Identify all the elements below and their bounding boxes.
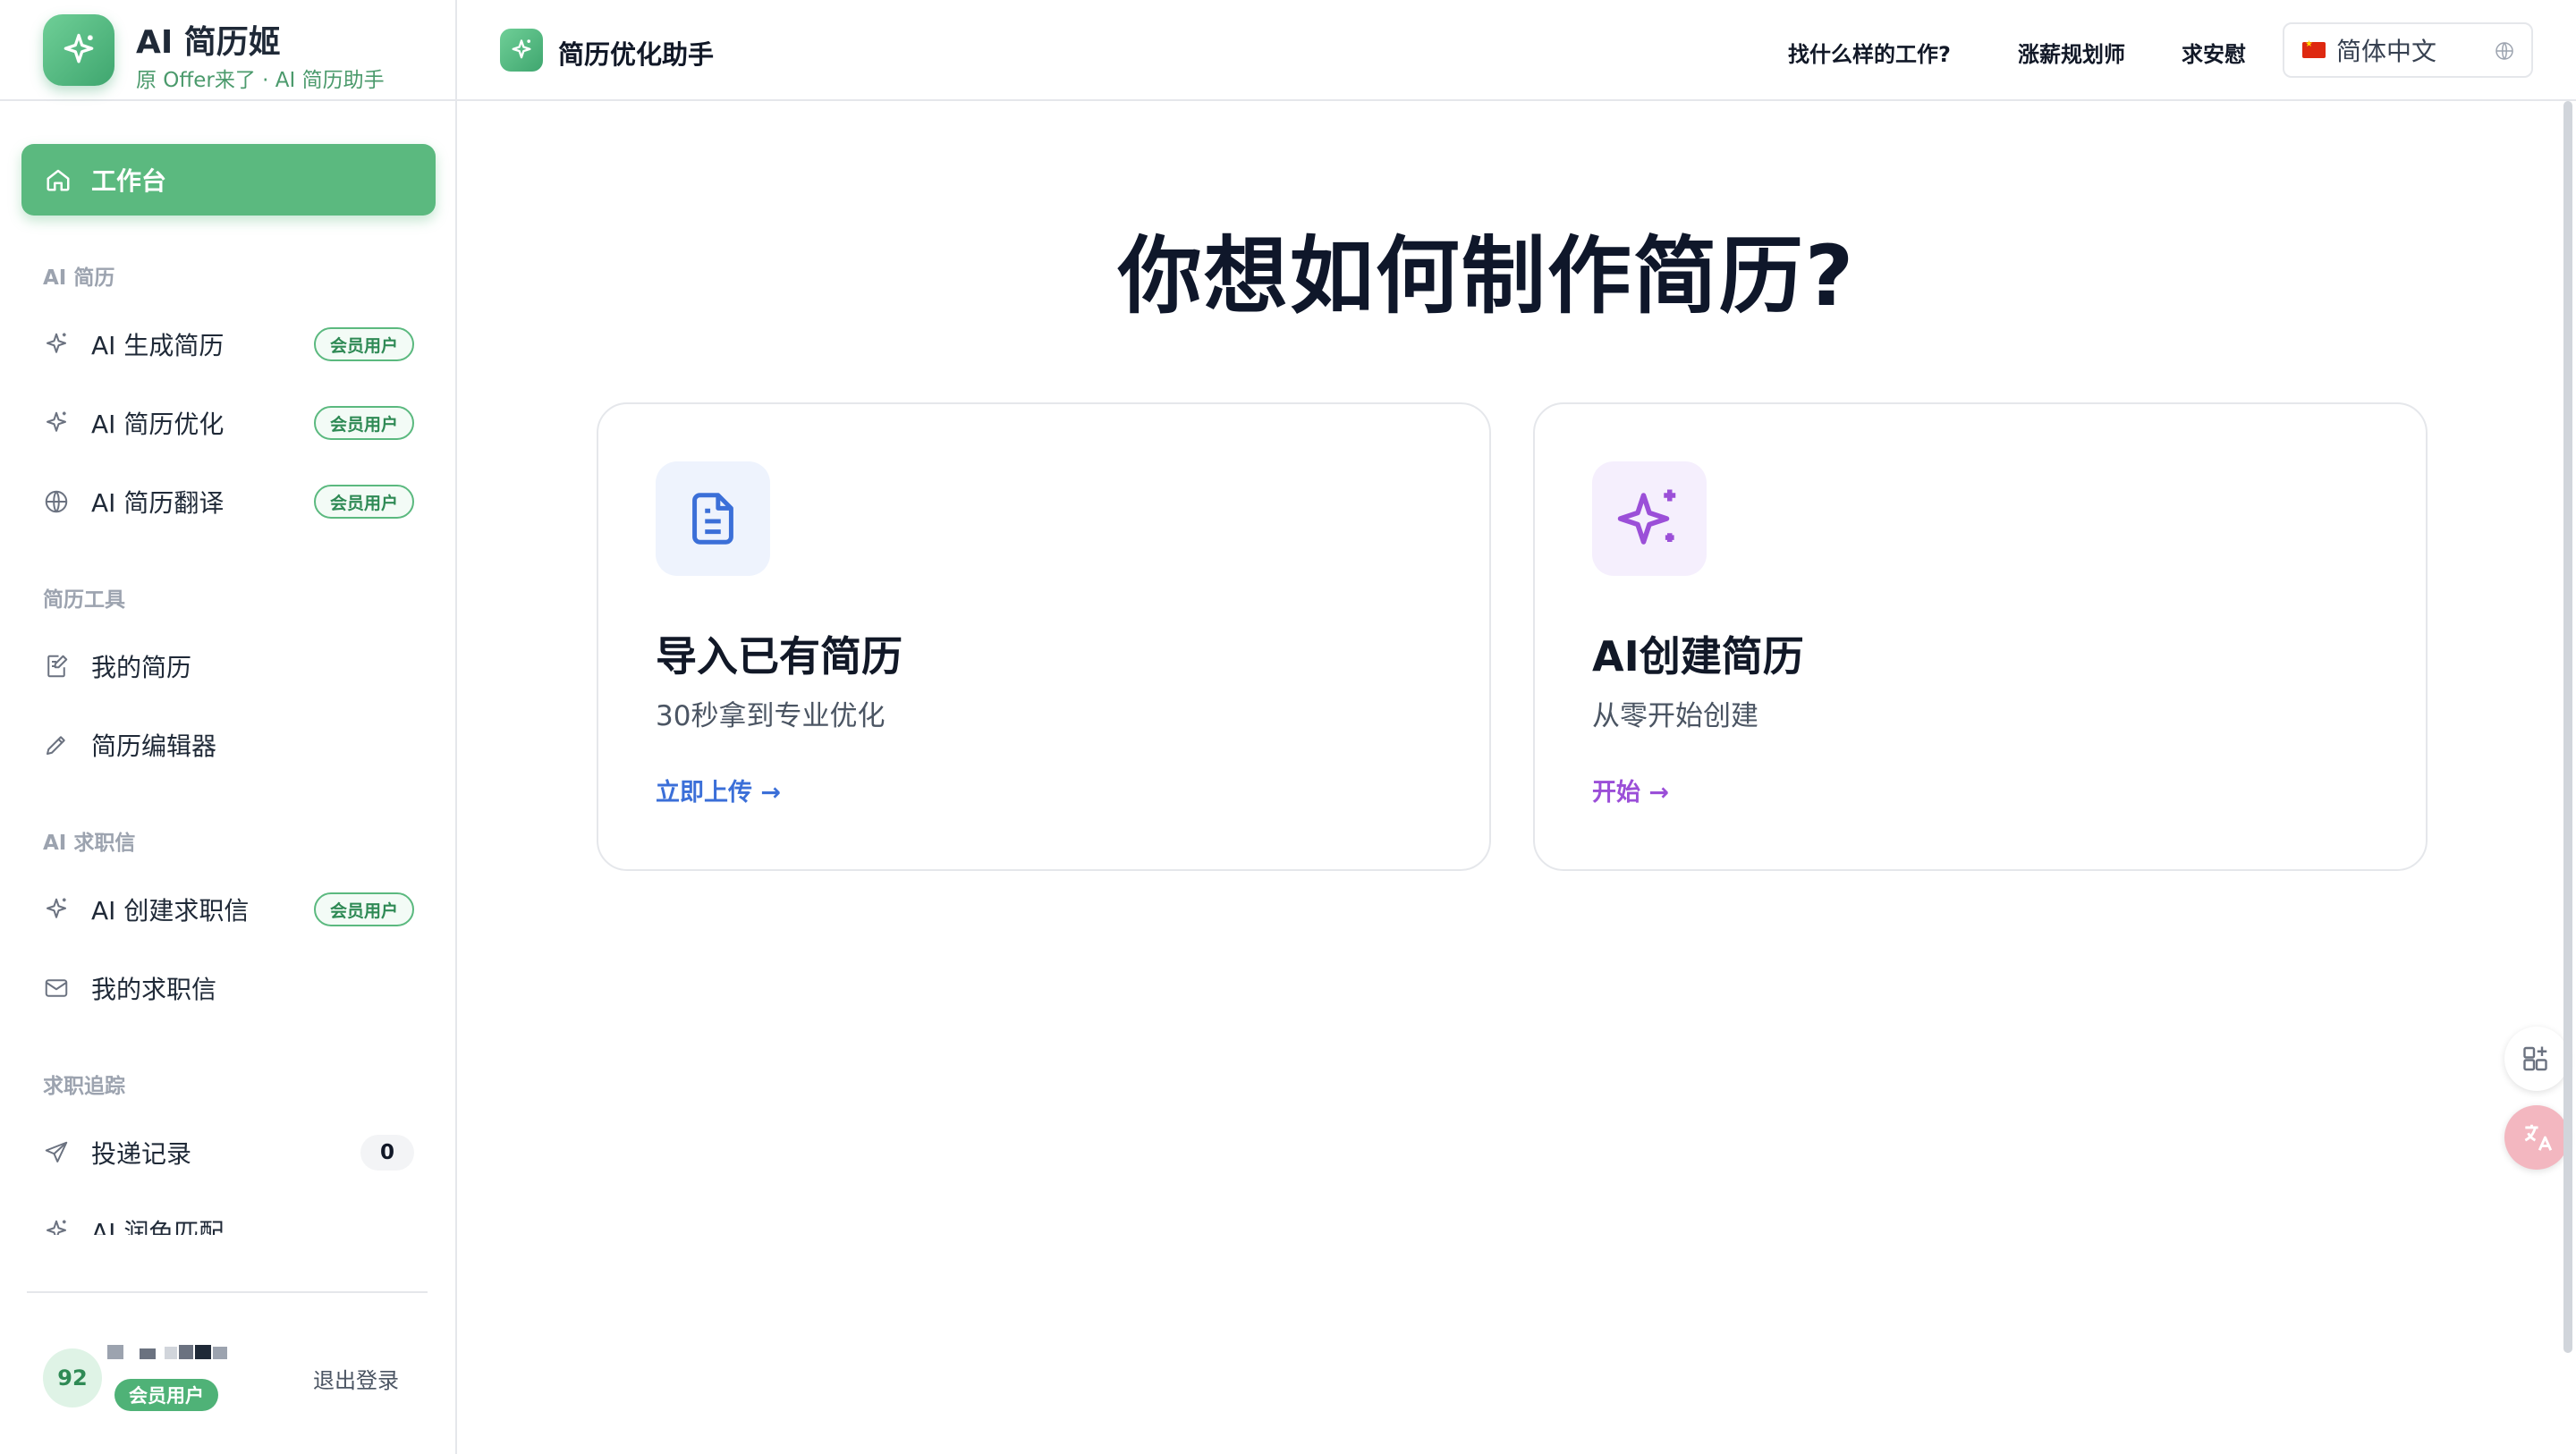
document-edit-icon xyxy=(43,653,70,680)
sparkle-icon xyxy=(43,331,70,358)
sidebar-item-workbench[interactable]: 工作台 xyxy=(21,144,436,216)
card-ai-create-resume[interactable]: AI创建简历 从零开始创建 开始 → xyxy=(1533,402,2428,871)
page-title: 简历优化助手 xyxy=(558,39,715,70)
language-selector[interactable]: 简体中文 xyxy=(2283,22,2533,78)
sidebar-item-resume-editor[interactable]: 简历编辑器 xyxy=(21,713,436,777)
sidebar-item-my-cover-letters[interactable]: 我的求职信 xyxy=(21,956,436,1020)
sidebar-item-label: 简历编辑器 xyxy=(91,731,217,761)
sidebar-item-label: AI 润色匹配 xyxy=(91,1218,225,1235)
sidebar-item-ai-optimize-resume[interactable]: AI 简历优化 会员用户 xyxy=(21,391,436,455)
brand-subtitle: 原 Offer来了 · AI 简历助手 xyxy=(136,69,385,92)
home-icon xyxy=(45,166,72,193)
user-panel: 92 会员用户 退出登录 xyxy=(27,1291,428,1454)
sidebar-item-ai-create-cover-letter[interactable]: AI 创建求职信 会员用户 xyxy=(21,877,436,942)
sidebar-item-label: 我的简历 xyxy=(91,653,192,682)
globe-icon xyxy=(2494,40,2515,62)
sidebar-item-ai-polish-match[interactable]: AI 润色匹配 xyxy=(21,1199,436,1235)
sparkle-icon xyxy=(43,1218,70,1235)
assistant-logo-icon xyxy=(500,29,543,72)
language-label: 简体中文 xyxy=(2336,37,2437,66)
brand-header: AI 简历姬 原 Offer来了 · AI 简历助手 xyxy=(0,0,457,101)
topnav-find-job[interactable]: 找什么样的工作? xyxy=(1788,37,1951,68)
avatar[interactable]: 92 xyxy=(43,1348,102,1408)
upload-now-link[interactable]: 立即上传 → xyxy=(656,773,781,807)
translate-button[interactable] xyxy=(2504,1105,2569,1170)
logout-button[interactable]: 退出登录 xyxy=(313,1363,399,1394)
member-badge: 会员用户 xyxy=(313,892,414,926)
start-link[interactable]: 开始 → xyxy=(1592,773,1669,807)
main-content: 你想如何制作简历? 导入已有简历 30秒拿到专业优化 立即上传 → AI创建简历… xyxy=(457,101,2576,1454)
sidebar: AI 简历姬 原 Offer来了 · AI 简历助手 工作台 AI 简历 AI … xyxy=(0,0,457,1454)
sidebar-item-label: 工作台 xyxy=(91,166,167,196)
user-member-badge: 会员用户 xyxy=(114,1379,218,1411)
sidebar-nav: 工作台 AI 简历 AI 生成简历 会员用户 AI 简历优化 会员用户 AI 简… xyxy=(0,101,457,1235)
translate-icon xyxy=(2520,1120,2554,1154)
sparkles-icon xyxy=(1592,461,1707,576)
sparkle-icon xyxy=(43,896,70,923)
sidebar-item-ai-translate-resume[interactable]: AI 简历翻译 会员用户 xyxy=(21,469,436,534)
sidebar-item-applications[interactable]: 投递记录 0 xyxy=(21,1120,436,1185)
apps-grid-icon xyxy=(2521,1043,2553,1075)
sidebar-item-ai-generate-resume[interactable]: AI 生成简历 会员用户 xyxy=(21,312,436,376)
section-title-ai-resume: AI 简历 xyxy=(43,266,115,290)
member-badge: 会员用户 xyxy=(313,406,414,440)
china-flag-icon xyxy=(2302,39,2326,58)
member-badge: 会员用户 xyxy=(313,327,414,361)
section-title-ai-cover-letter: AI 求职信 xyxy=(43,832,136,855)
sidebar-item-label: 投递记录 xyxy=(91,1139,192,1169)
card-import-resume[interactable]: 导入已有简历 30秒拿到专业优化 立即上传 → xyxy=(597,402,1491,871)
page-scrollbar[interactable] xyxy=(2563,101,2572,1353)
pencil-icon xyxy=(43,731,70,758)
sparkle-icon xyxy=(43,410,70,436)
send-icon xyxy=(43,1139,70,1166)
redacted-username-icon xyxy=(107,1345,227,1359)
section-title-job-tracking: 求职追踪 xyxy=(43,1075,125,1098)
member-badge: 会员用户 xyxy=(313,485,414,519)
sidebar-item-label: AI 生成简历 xyxy=(91,331,225,360)
sidebar-item-label: AI 创建求职信 xyxy=(91,896,250,926)
sidebar-item-label: AI 简历翻译 xyxy=(91,488,225,518)
sidebar-item-my-resumes[interactable]: 我的简历 xyxy=(21,634,436,698)
document-icon xyxy=(656,461,770,576)
applications-count: 0 xyxy=(360,1135,414,1171)
topbar: 简历优化助手 找什么样的工作? 涨薪规划师 求安慰 简体中文 xyxy=(457,0,2576,101)
card-title: 导入已有简历 xyxy=(656,632,902,681)
mail-icon xyxy=(43,975,70,1002)
card-description: 从零开始创建 xyxy=(1592,700,1758,732)
apps-grid-button[interactable] xyxy=(2504,1027,2569,1091)
headline: 你想如何制作简历? xyxy=(1117,228,1856,325)
card-description: 30秒拿到专业优化 xyxy=(656,700,886,732)
brand-logo-icon[interactable] xyxy=(43,14,114,86)
topnav-comfort[interactable]: 求安慰 xyxy=(2182,37,2246,68)
section-title-resume-tools: 简历工具 xyxy=(43,588,125,612)
topnav-salary-planner[interactable]: 涨薪规划师 xyxy=(2018,37,2125,68)
brand-title: AI 简历姬 xyxy=(136,24,281,61)
card-title: AI创建简历 xyxy=(1592,632,1804,681)
globe-icon xyxy=(43,488,70,515)
sidebar-item-label: AI 简历优化 xyxy=(91,410,225,439)
sidebar-item-label: 我的求职信 xyxy=(91,975,217,1004)
